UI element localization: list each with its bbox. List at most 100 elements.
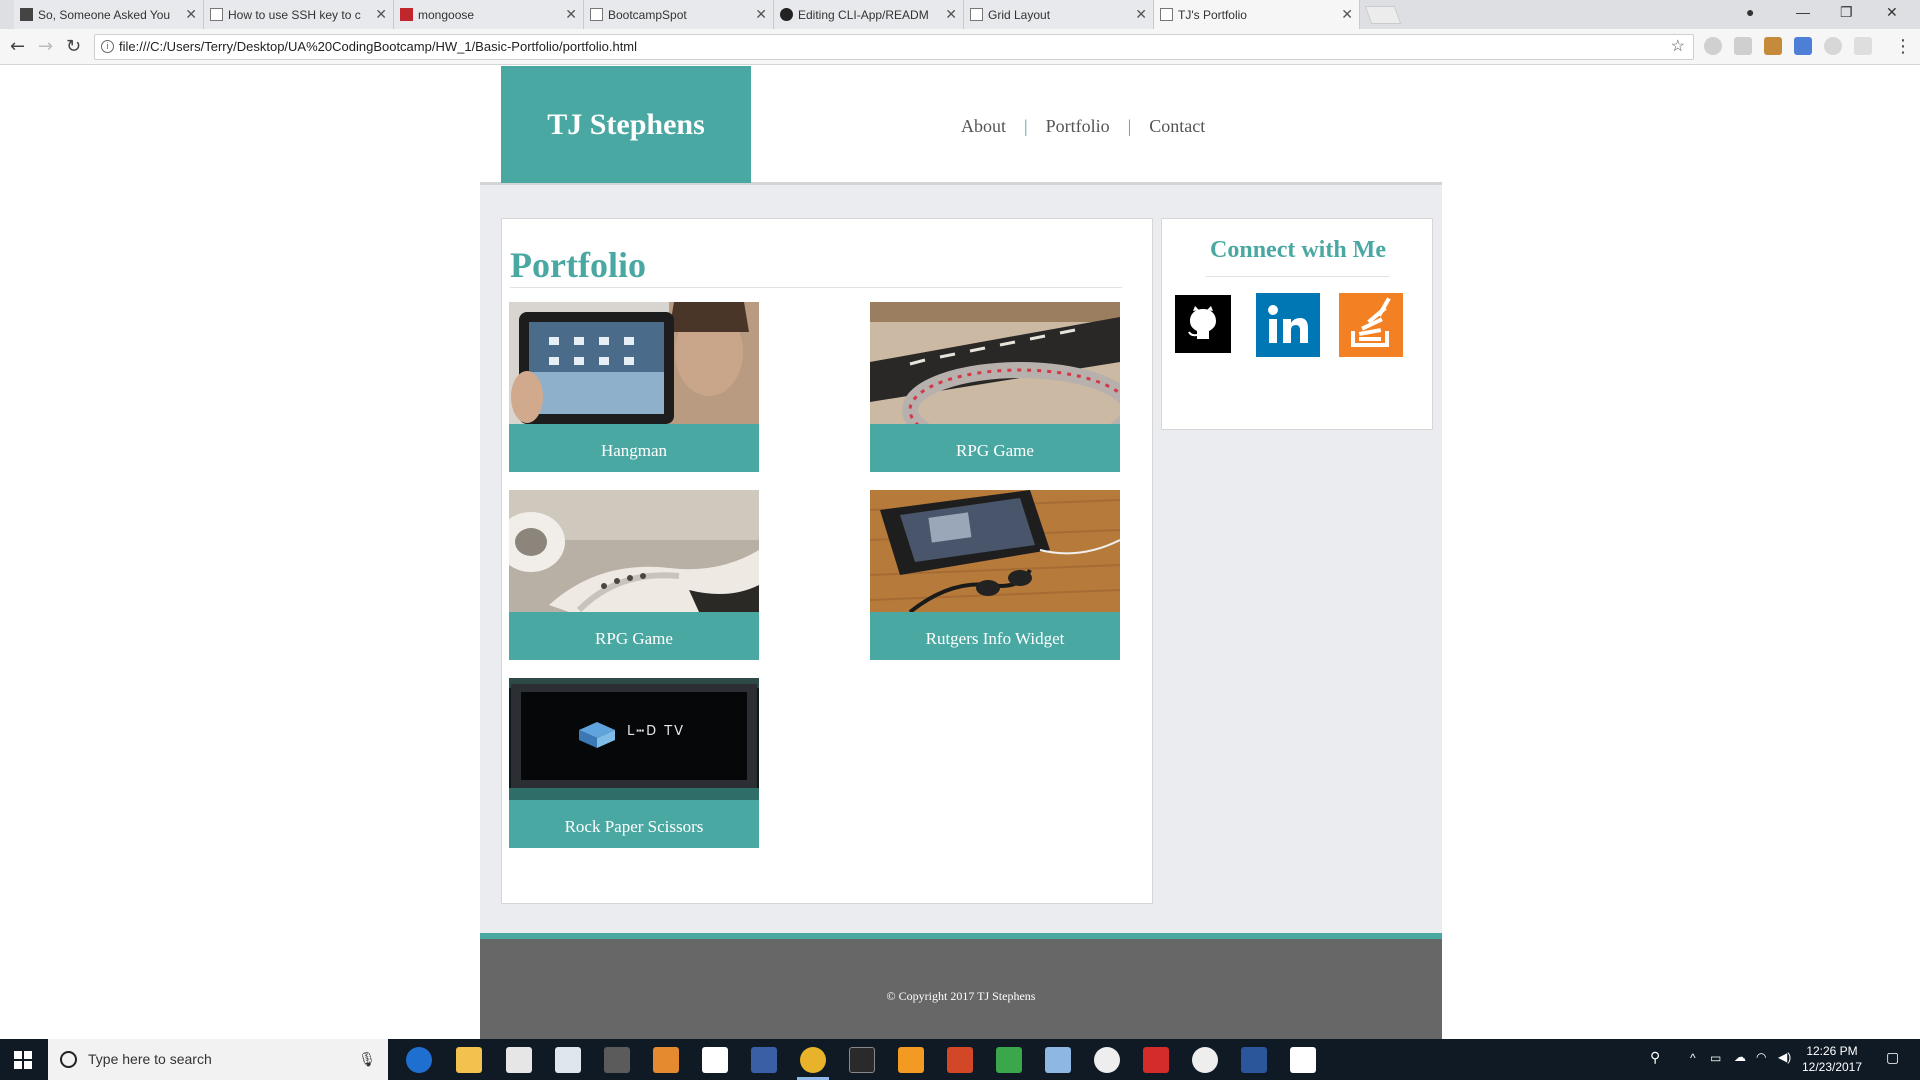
nav-contact[interactable]: Contact bbox=[1149, 116, 1205, 136]
microphone-icon[interactable]: 🎙 bbox=[358, 1039, 376, 1080]
store-icon[interactable] bbox=[506, 1047, 532, 1073]
item-caption: Rock Paper Scissors bbox=[509, 800, 759, 848]
onedrive-cloud-icon[interactable]: ☁ bbox=[1734, 1050, 1746, 1064]
extension-icon[interactable] bbox=[1764, 37, 1782, 55]
system-clock[interactable]: 12:26 PM 12/23/2017 bbox=[1791, 1043, 1873, 1075]
app-icon[interactable] bbox=[996, 1047, 1022, 1073]
extension-icon[interactable] bbox=[1734, 37, 1752, 55]
stackoverflow-icon[interactable] bbox=[1339, 293, 1403, 357]
tab-4[interactable]: BootcampSpot ✕ bbox=[584, 0, 774, 29]
menu-icon[interactable]: ⋮ bbox=[1894, 37, 1912, 57]
clock-date: 12/23/2017 bbox=[1801, 1060, 1863, 1074]
nav-about[interactable]: About bbox=[961, 116, 1006, 136]
taskbar: Type here to search 🎙 ⚲ ^ ▭ ☁ ◠ ◀) 12:26… bbox=[0, 1039, 1920, 1080]
close-icon[interactable]: ✕ bbox=[1341, 6, 1353, 22]
document-icon bbox=[590, 8, 603, 21]
mail-icon[interactable] bbox=[702, 1047, 728, 1073]
tab-title: TJ's Portfolio bbox=[1178, 7, 1247, 22]
minimize-icon[interactable]: — bbox=[1796, 4, 1810, 20]
close-window-icon[interactable]: ✕ bbox=[1886, 4, 1898, 21]
word-icon[interactable] bbox=[1241, 1047, 1267, 1073]
app-icon[interactable] bbox=[555, 1047, 581, 1073]
item-caption: Rutgers Info Widget bbox=[870, 612, 1120, 660]
clock-time: 12:26 PM bbox=[1806, 1044, 1858, 1058]
extension-icon[interactable] bbox=[1824, 37, 1842, 55]
notifications-icon[interactable]: ▢ bbox=[1886, 1049, 1899, 1066]
chevron-up-icon[interactable]: ^ bbox=[1690, 1051, 1696, 1065]
acrobat-icon[interactable] bbox=[1143, 1047, 1169, 1073]
app-icon[interactable] bbox=[1192, 1047, 1218, 1073]
tab-title: So, Someone Asked You bbox=[38, 7, 171, 22]
earbuds-photo bbox=[509, 490, 759, 612]
close-icon[interactable]: ✕ bbox=[1135, 6, 1147, 22]
cortana-icon bbox=[60, 1051, 77, 1068]
media-icon[interactable] bbox=[653, 1047, 679, 1073]
chrome-icon[interactable] bbox=[800, 1047, 826, 1073]
settings-gear-icon[interactable] bbox=[1094, 1047, 1120, 1073]
powerpoint-icon[interactable] bbox=[947, 1047, 973, 1073]
windows-start-icon[interactable] bbox=[14, 1051, 32, 1069]
brand-logo[interactable]: TJ Stephens bbox=[501, 66, 751, 183]
nav-separator: | bbox=[1024, 116, 1028, 136]
info-icon[interactable]: i bbox=[101, 40, 114, 53]
back-icon[interactable]: ← bbox=[10, 37, 25, 57]
github-icon bbox=[780, 8, 793, 21]
extension-icon[interactable] bbox=[1794, 37, 1812, 55]
profile-icon[interactable]: ● bbox=[1746, 4, 1754, 20]
new-tab-button[interactable] bbox=[1364, 6, 1402, 24]
tab-1[interactable]: So, Someone Asked You ✕ bbox=[14, 0, 204, 29]
divider bbox=[510, 287, 1122, 288]
item-caption: RPG Game bbox=[509, 612, 759, 660]
app-icon[interactable] bbox=[751, 1047, 777, 1073]
close-icon[interactable]: ✕ bbox=[565, 6, 577, 22]
extension-icon[interactable] bbox=[1854, 37, 1872, 55]
tab-5[interactable]: Editing CLI-App/READM ✕ bbox=[774, 0, 964, 29]
portfolio-item-rock-paper-scissors[interactable]: L┅D TV Rock Paper Scissors bbox=[509, 678, 759, 848]
wifi-icon[interactable]: ◠ bbox=[1756, 1050, 1766, 1064]
portfolio-section: Portfolio Hangman RPG Game RPG Game Rutg… bbox=[501, 218, 1153, 904]
url-input[interactable]: i file:///C:/Users/Terry/Desktop/UA%20Co… bbox=[94, 34, 1694, 60]
tab-2[interactable]: How to use SSH key to c ✕ bbox=[204, 0, 394, 29]
linkedin-icon[interactable] bbox=[1256, 293, 1320, 357]
sublime-text-icon[interactable] bbox=[898, 1047, 924, 1073]
close-icon[interactable]: ✕ bbox=[755, 6, 767, 22]
extension-icon[interactable] bbox=[1704, 37, 1722, 55]
document-icon bbox=[970, 8, 983, 21]
site-header: TJ Stephens About | Portfolio | Contact bbox=[480, 66, 1442, 185]
portfolio-item-rpg-game[interactable]: RPG Game bbox=[870, 302, 1120, 472]
url-text: file:///C:/Users/Terry/Desktop/UA%20Codi… bbox=[119, 39, 638, 54]
close-icon[interactable]: ✕ bbox=[375, 6, 387, 22]
taskbar-search[interactable]: Type here to search 🎙 bbox=[48, 1039, 388, 1080]
edge-icon[interactable] bbox=[406, 1047, 432, 1073]
search-placeholder: Type here to search bbox=[88, 1051, 212, 1067]
people-icon[interactable]: ⚲ bbox=[1650, 1049, 1660, 1066]
tab-7-active[interactable]: TJ's Portfolio ✕ bbox=[1154, 0, 1360, 29]
tab-3[interactable]: mongoose ✕ bbox=[394, 0, 584, 29]
tab-6[interactable]: Grid Layout ✕ bbox=[964, 0, 1154, 29]
site-nav: About | Portfolio | Contact bbox=[961, 116, 1205, 137]
close-icon[interactable]: ✕ bbox=[185, 6, 197, 22]
portfolio-item-rpg-game-2[interactable]: RPG Game bbox=[509, 490, 759, 660]
github-icon[interactable] bbox=[1175, 295, 1231, 353]
app-icon[interactable] bbox=[1045, 1047, 1071, 1073]
document-icon bbox=[210, 8, 223, 21]
terminal-icon[interactable] bbox=[849, 1047, 875, 1073]
phone-headphones-photo bbox=[870, 490, 1120, 612]
site-container: TJ Stephens About | Portfolio | Contact Port… bbox=[480, 66, 1442, 1039]
connect-heading: Connect with Me bbox=[1210, 237, 1386, 263]
tab-title: Editing CLI-App/READM bbox=[798, 7, 929, 22]
volume-icon[interactable]: ◀) bbox=[1778, 1050, 1791, 1064]
file-explorer-icon[interactable] bbox=[456, 1047, 482, 1073]
mongoose-icon bbox=[400, 8, 413, 21]
portfolio-item-hangman[interactable]: Hangman bbox=[509, 302, 759, 472]
portfolio-item-rutgers-info-widget[interactable]: Rutgers Info Widget bbox=[870, 490, 1120, 660]
reload-icon[interactable]: ↻ bbox=[66, 37, 81, 57]
app-icon[interactable] bbox=[604, 1047, 630, 1073]
nav-portfolio[interactable]: Portfolio bbox=[1046, 116, 1110, 136]
forward-icon[interactable]: → bbox=[38, 37, 53, 57]
restore-icon[interactable]: ❐ bbox=[1840, 4, 1853, 21]
bookmark-star-icon[interactable]: ☆ bbox=[1671, 35, 1685, 59]
close-icon[interactable]: ✕ bbox=[945, 6, 957, 22]
battery-icon[interactable]: ▭ bbox=[1710, 1051, 1721, 1065]
photos-icon[interactable] bbox=[1290, 1047, 1316, 1073]
